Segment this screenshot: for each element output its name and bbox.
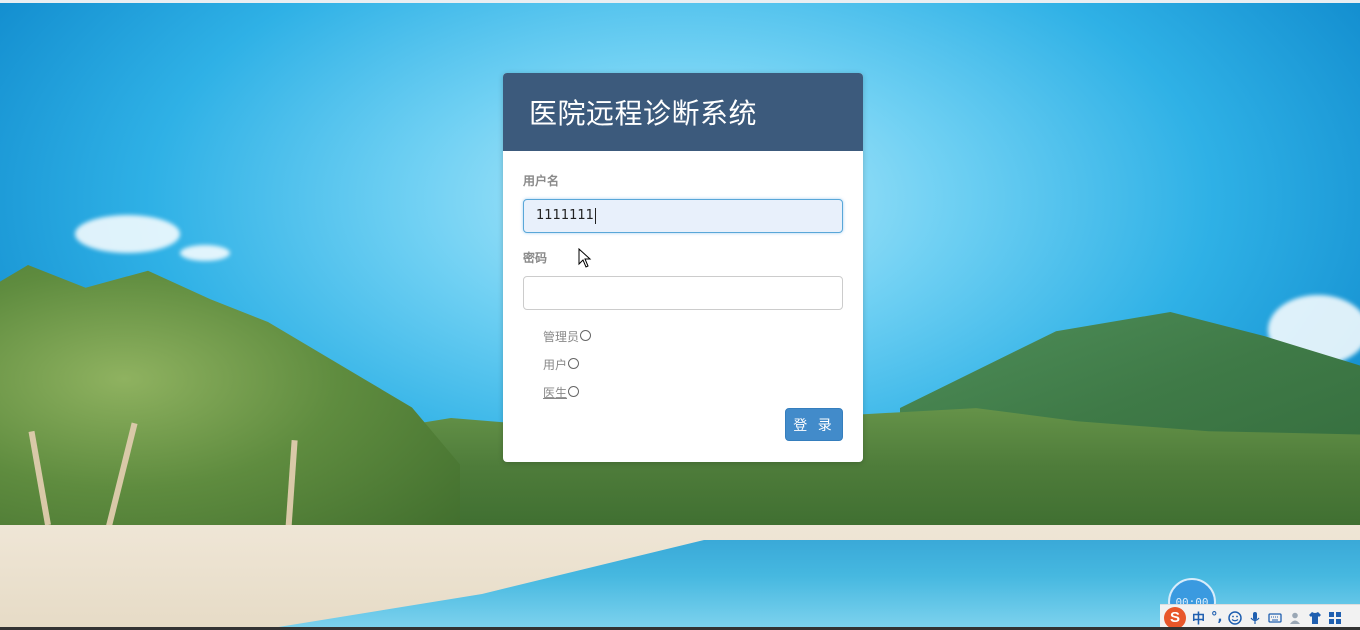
username-input[interactable]: 1111111 (523, 199, 843, 233)
cloud (75, 215, 180, 253)
user-icon[interactable] (1288, 611, 1302, 625)
text-caret (594, 208, 596, 224)
role-option-admin[interactable]: 管理员 (543, 328, 843, 356)
role-radio[interactable] (568, 386, 580, 397)
password-label: 密码 (523, 251, 548, 265)
role-radio[interactable] (568, 358, 580, 369)
login-button[interactable]: 登 录 (785, 408, 843, 441)
sogou-logo-icon[interactable]: S (1164, 606, 1186, 629)
grid-icon[interactable] (1328, 611, 1342, 625)
login-form: 用户名 1111111 密码 管理员 用户 医生 (503, 151, 863, 412)
role-label: 用户 (543, 358, 568, 372)
ime-punctuation-toggle[interactable]: °, (1211, 610, 1222, 625)
login-header: 医院远程诊断系统 (503, 73, 863, 151)
role-label: 管理员 (543, 330, 580, 344)
system-title: 医院远程诊断系统 (529, 97, 758, 130)
role-label: 医生 (543, 386, 568, 400)
ime-mode-toggle[interactable]: 中 (1192, 608, 1205, 627)
username-label: 用户名 (523, 174, 560, 188)
mouse-pointer-icon (578, 248, 592, 268)
cloud (180, 245, 230, 261)
password-input[interactable] (523, 276, 843, 310)
role-option-user[interactable]: 用户 (543, 356, 843, 384)
smiley-icon[interactable] (1228, 610, 1243, 625)
username-value: 1111111 (536, 208, 594, 223)
login-panel: 医院远程诊断系统 用户名 1111111 密码 管理员 用户 医生 登 录 (503, 73, 863, 462)
role-radio[interactable] (580, 330, 592, 341)
shirt-icon[interactable] (1308, 611, 1322, 625)
role-selector: 管理员 用户 医生 (523, 328, 843, 412)
keyboard-icon[interactable] (1268, 611, 1283, 625)
microphone-icon[interactable] (1248, 611, 1262, 625)
